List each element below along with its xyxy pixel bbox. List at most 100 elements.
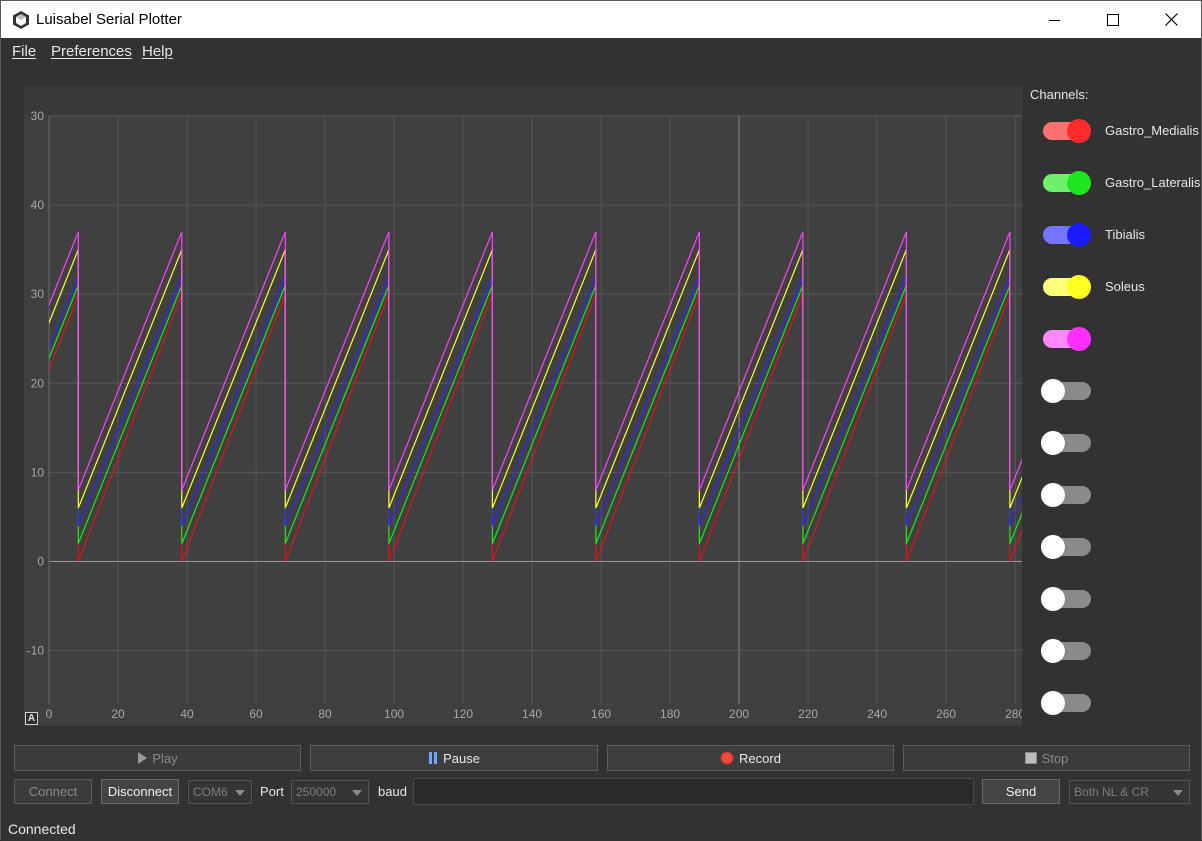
channel-name: Tibialis bbox=[1105, 227, 1145, 242]
x-tick-label: 200 bbox=[729, 707, 749, 721]
chevron-down-icon bbox=[352, 790, 362, 796]
x-tick-label: 240 bbox=[867, 707, 887, 721]
minimize-button[interactable] bbox=[1026, 1, 1084, 38]
x-tick-label: 140 bbox=[522, 707, 542, 721]
x-tick-label: 260 bbox=[936, 707, 956, 721]
record-button[interactable]: Record bbox=[607, 745, 894, 771]
toggle-knob bbox=[1041, 379, 1065, 403]
baud-rate-select[interactable]: 250000 bbox=[291, 780, 369, 804]
com-port-select[interactable]: COM6 bbox=[188, 780, 252, 804]
record-icon bbox=[720, 751, 734, 765]
maximize-icon bbox=[1107, 13, 1119, 26]
channel-toggle[interactable] bbox=[1043, 223, 1091, 247]
y-tick-label: 30 bbox=[31, 109, 45, 123]
x-tick-label: 120 bbox=[453, 707, 473, 721]
y-tick-label: 0 bbox=[37, 554, 44, 568]
channel-toggle[interactable] bbox=[1041, 431, 1091, 455]
send-button[interactable]: Send bbox=[982, 779, 1060, 804]
channel-row bbox=[1037, 689, 1197, 719]
channel-toggle[interactable] bbox=[1043, 275, 1091, 299]
x-tick-label: 60 bbox=[249, 707, 263, 721]
toggle-knob bbox=[1041, 535, 1065, 559]
channel-toggle[interactable] bbox=[1043, 327, 1091, 351]
toggle-knob bbox=[1041, 587, 1065, 611]
channel-row: Gastro_Lateralis bbox=[1037, 169, 1200, 199]
channel-toggle[interactable] bbox=[1041, 691, 1091, 715]
x-tick-label: 180 bbox=[660, 707, 680, 721]
toggle-knob bbox=[1067, 119, 1091, 143]
toggle-knob bbox=[1041, 639, 1065, 663]
autoscale-button[interactable]: A bbox=[25, 712, 38, 725]
plot-area[interactable]: 30 40 30 20 10 0 -10 0 20 40 60 80 100 120 140 160 180 20… bbox=[24, 86, 1022, 726]
plot-canvas[interactable]: 30403020100-100 20 40 60 80 100 120 140 160 180 20… bbox=[24, 86, 1022, 726]
toggle-knob bbox=[1067, 327, 1091, 351]
menu-bar: File Preferences Help bbox=[1, 38, 1201, 65]
status-bar: Connected bbox=[1, 815, 1201, 841]
channel-row: Gastro_Medialis bbox=[1037, 117, 1199, 147]
play-label: Play bbox=[152, 750, 178, 766]
channel-toggle[interactable] bbox=[1041, 535, 1091, 559]
app-window: Luisabel Serial Plotter File Preferences… bbox=[0, 0, 1202, 841]
window-title: Luisabel Serial Plotter bbox=[36, 11, 182, 28]
channel-toggle[interactable] bbox=[1043, 171, 1091, 195]
channel-row bbox=[1037, 481, 1197, 511]
com-port-value: COM6 bbox=[193, 785, 228, 799]
y-tick-label: 20 bbox=[31, 376, 45, 390]
menu-preferences[interactable]: Preferences bbox=[51, 43, 132, 60]
channel-toggle[interactable] bbox=[1041, 379, 1091, 403]
channel-row: Soleus bbox=[1037, 273, 1197, 303]
channel-toggle[interactable] bbox=[1041, 587, 1091, 611]
maximize-button[interactable] bbox=[1084, 1, 1142, 38]
disconnect-button[interactable]: Disconnect bbox=[101, 779, 179, 804]
stop-button[interactable]: Stop bbox=[903, 745, 1190, 771]
toggle-knob bbox=[1041, 483, 1065, 507]
connection-status: Connected bbox=[8, 821, 76, 837]
channel-toggle[interactable] bbox=[1041, 639, 1091, 663]
channel-name: Gastro_Medialis bbox=[1105, 123, 1199, 138]
channel-toggle[interactable] bbox=[1043, 119, 1091, 143]
close-icon bbox=[1164, 13, 1178, 26]
channel-row bbox=[1037, 325, 1197, 355]
channel-row bbox=[1037, 429, 1197, 459]
channel-row bbox=[1037, 377, 1197, 407]
toggle-knob bbox=[1067, 171, 1091, 195]
x-tick-label: 40 bbox=[180, 707, 194, 721]
connect-button[interactable]: Connect bbox=[14, 779, 92, 804]
stop-label: Stop bbox=[1041, 750, 1069, 766]
close-button[interactable] bbox=[1142, 1, 1200, 38]
x-tick-label: 20 bbox=[111, 707, 125, 721]
play-button[interactable]: Play bbox=[14, 745, 301, 771]
toggle-knob bbox=[1067, 275, 1091, 299]
x-tick-label: 80 bbox=[318, 707, 332, 721]
baud-rate-value: 250000 bbox=[296, 785, 337, 799]
toggle-knob bbox=[1041, 691, 1065, 715]
line-ending-select[interactable]: Both NL & CR bbox=[1069, 780, 1190, 804]
menu-file[interactable]: File bbox=[12, 43, 36, 60]
x-tick-label: 100 bbox=[384, 707, 404, 721]
plot-background bbox=[49, 116, 1022, 704]
minimize-icon bbox=[1049, 19, 1060, 21]
channel-row bbox=[1037, 533, 1197, 563]
x-tick-label: 280 bbox=[1005, 707, 1022, 721]
chevron-down-icon bbox=[235, 790, 245, 796]
channels-heading: Channels: bbox=[1030, 87, 1089, 102]
baud-label: baud bbox=[378, 784, 407, 799]
menu-help[interactable]: Help bbox=[142, 43, 173, 60]
channel-row bbox=[1037, 637, 1197, 667]
pause-button[interactable]: Pause bbox=[310, 745, 598, 771]
x-tick-label: 160 bbox=[591, 707, 611, 721]
record-label: Record bbox=[739, 750, 781, 766]
x-tick-label: 0 bbox=[46, 707, 53, 721]
hexagon-cube-icon bbox=[13, 11, 29, 29]
toggle-knob bbox=[1067, 223, 1091, 247]
channel-toggle[interactable] bbox=[1041, 483, 1091, 507]
title-bar: Luisabel Serial Plotter bbox=[1, 1, 1201, 38]
port-label: Port bbox=[260, 784, 284, 799]
serial-send-input[interactable] bbox=[413, 778, 974, 805]
channel-name: Soleus bbox=[1105, 279, 1145, 294]
y-tick-label: 30 bbox=[31, 287, 45, 301]
y-tick-label: 10 bbox=[31, 465, 45, 479]
chevron-down-icon bbox=[1173, 790, 1183, 796]
channel-row: Tibialis bbox=[1037, 221, 1197, 251]
y-tick-label: -10 bbox=[27, 644, 45, 658]
